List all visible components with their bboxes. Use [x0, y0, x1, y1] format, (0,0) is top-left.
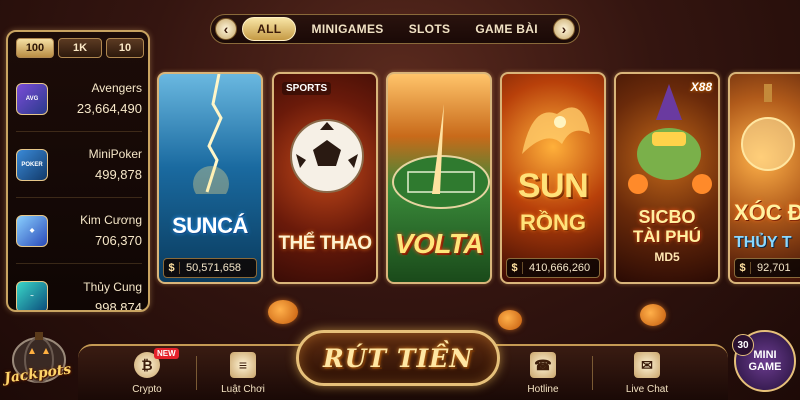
game-card-sicbo-tai-phu[interactable]: X88 SICBO TÀI PHÚ MD5: [614, 72, 720, 284]
game-jackpot-amount: 50,571,658: [186, 262, 242, 274]
jackpot-item-kim-cuong[interactable]: ◆ Kim Cương 706,370: [16, 198, 142, 264]
jackpot-panel: 100 1K 10 AVG Avengers 23,664,490 POKER …: [6, 30, 150, 312]
game-subtitle: TÀI PHÚ: [633, 227, 701, 246]
game-card-sun-rong[interactable]: SUN RỒNG $ 410,666,260: [500, 72, 606, 284]
live-chat-button[interactable]: ✉ Live Chat: [612, 352, 682, 395]
currency-symbol: $: [507, 262, 523, 274]
game-card-sun-ca[interactable]: SUNCÁ $ 50,571,658: [157, 72, 263, 284]
jackpot-amount: 998,874: [95, 299, 142, 312]
kim-cuong-thumbnail: ◆: [16, 214, 48, 247]
jackpot-name: Avengers: [91, 81, 142, 95]
rulebook-icon: ≡: [230, 352, 256, 378]
currency-symbol: $: [164, 262, 180, 274]
jackpot-name: MiniPoker: [88, 147, 142, 161]
nav-label: Hotline: [527, 384, 559, 395]
jackpot-name: Thủy Cung: [83, 279, 142, 294]
game-card-volta[interactable]: VOLTA: [386, 72, 492, 284]
divider: [196, 356, 197, 390]
game-subtitle-md5: MD5: [654, 250, 680, 264]
game-title: XÓC Đ: [734, 200, 800, 225]
withdraw-label: RÚT TIỀN: [322, 343, 474, 373]
lightning-illustration: [193, 74, 229, 202]
jackpot-item-avengers[interactable]: AVG Avengers 23,664,490: [16, 66, 142, 132]
jackpot-list: AVG Avengers 23,664,490 POKER MiniPoker …: [8, 62, 148, 312]
withdraw-button[interactable]: RÚT TIỀN: [296, 330, 500, 386]
mini-game-count: 30: [732, 334, 754, 356]
tab-game-bai[interactable]: GAME BÀI: [465, 18, 547, 40]
mini-game-label-line1: MINI: [753, 349, 777, 361]
phone-icon: ☎: [530, 352, 556, 378]
jackpot-amount: 499,878: [95, 167, 142, 182]
chevron-right-icon[interactable]: ›: [552, 18, 575, 40]
crypto-button[interactable]: ₿ NEW Crypto: [112, 348, 182, 395]
nav-label: Crypto: [132, 384, 162, 395]
divider: [592, 356, 593, 390]
game-card-xoc-dia-thuy-tinh[interactable]: XÓC Đ THỦY T $ 92,701: [728, 72, 800, 284]
denom-100-button[interactable]: 100: [16, 38, 54, 58]
jackpot-amount: 23,664,490: [76, 101, 142, 116]
chevron-left-icon[interactable]: ‹: [215, 18, 237, 40]
tab-all[interactable]: ALL: [242, 17, 297, 41]
game-title: VOLTA: [394, 228, 484, 259]
nav-label: Luật Chơi: [221, 384, 265, 395]
sports-tag: SPORTS: [282, 82, 332, 95]
jackpots-toggle-button[interactable]: Jackpots: [2, 322, 76, 396]
x88-tag: X88: [690, 80, 712, 94]
mini-game-button[interactable]: 30 MINI GAME: [732, 330, 796, 392]
denom-10k-button[interactable]: 10: [106, 38, 144, 58]
crystal-bowl-illustration: [741, 84, 795, 171]
game-lobby: ‹ ALL MINIGAMES SLOTS GAME BÀI › 100 1K …: [0, 0, 800, 400]
jackpot-item-minipoker[interactable]: POKER MiniPoker 499,878: [16, 132, 142, 198]
pumpkin-decoration: [498, 310, 522, 330]
pumpkin-decoration: [268, 300, 298, 324]
currency-symbol: $: [735, 262, 751, 274]
game-title: THỂ THAO: [278, 233, 372, 254]
denomination-selector: 100 1K 10: [8, 32, 148, 62]
jackpot-name: Kim Cương: [80, 213, 142, 227]
stadium-illustration: [392, 104, 490, 209]
game-jackpot-bar: $ 92,701: [734, 258, 800, 278]
game-jackpot-amount: 92,701: [757, 262, 791, 274]
mini-game-label-line2: GAME: [748, 361, 782, 373]
game-card-the-thao[interactable]: SPORTS THỂ THAO: [272, 72, 378, 284]
tab-slots[interactable]: SLOTS: [399, 18, 461, 40]
game-subtitle: RỒNG: [520, 210, 586, 235]
game-jackpot-bar: $ 410,666,260: [506, 258, 600, 278]
game-title: SUNCÁ: [172, 213, 248, 238]
game-jackpot-amount: 410,666,260: [529, 262, 591, 274]
thuy-cung-thumbnail: ~: [16, 281, 48, 310]
hotline-button[interactable]: ☎ Hotline: [508, 352, 578, 395]
game-title: SICBO: [638, 207, 696, 227]
category-tab-bar: ‹ ALL MINIGAMES SLOTS GAME BÀI ›: [210, 14, 580, 44]
new-badge: NEW: [154, 348, 179, 359]
pumpkin-decoration: [640, 304, 666, 326]
rules-button[interactable]: ≡ Luật Chơi: [208, 352, 278, 395]
game-subtitle: THỦY T: [734, 234, 792, 251]
chat-icon: ✉: [634, 352, 660, 378]
soccer-ball-icon: [290, 119, 364, 193]
tab-minigames[interactable]: MINIGAMES: [302, 18, 394, 40]
avengers-thumbnail: AVG: [16, 82, 48, 115]
game-jackpot-bar: $ 50,571,658: [163, 258, 257, 278]
jackpot-item-thuy-cung[interactable]: ~ Thủy Cung 998,874: [16, 264, 142, 312]
nav-label: Live Chat: [625, 384, 669, 395]
minipoker-thumbnail: POKER: [16, 148, 48, 181]
dragon-illustration: [522, 107, 590, 154]
game-title: SUN: [517, 167, 589, 205]
jackpot-amount: 706,370: [95, 233, 142, 248]
denom-1k-button[interactable]: 1K: [58, 38, 102, 58]
